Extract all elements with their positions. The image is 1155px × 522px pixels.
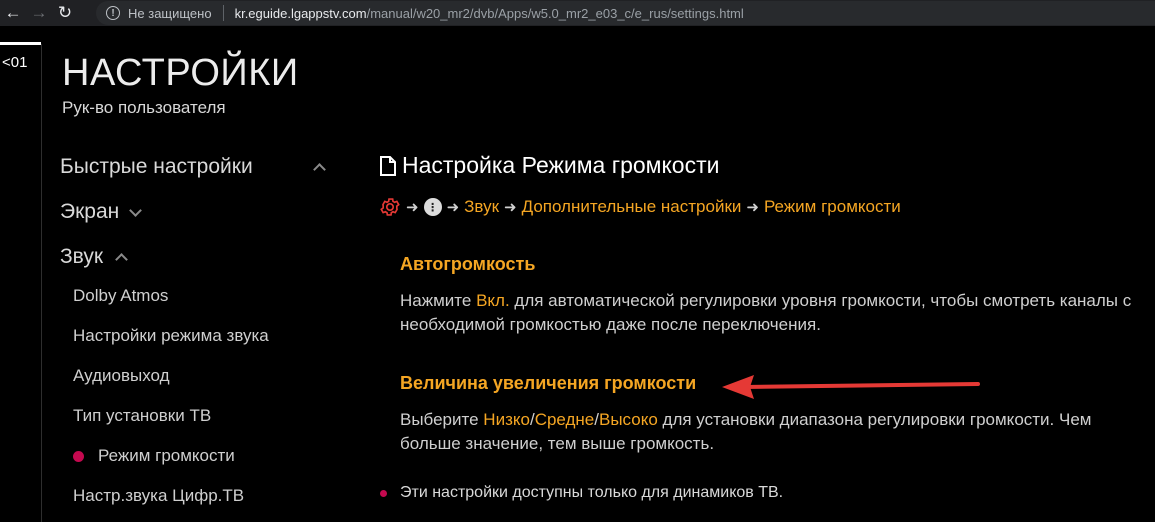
address-divider	[222, 5, 224, 21]
security-status[interactable]: Не защищено	[128, 6, 212, 21]
sidebar-section-screen[interactable]: Экран	[60, 200, 143, 224]
breadcrumb-arrow-icon: ➜	[746, 199, 759, 216]
text-segment: для автоматической регулировки уровня гр…	[400, 291, 1132, 334]
left-divider	[41, 44, 42, 522]
url-host[interactable]: kr.eguide.lgappstv.com	[235, 6, 367, 21]
breadcrumb-arrow-icon: ➜	[446, 199, 460, 216]
text-segment: Нажмите	[400, 291, 477, 310]
warning-icon[interactable]: !	[106, 6, 120, 20]
document-icon	[380, 155, 396, 176]
page-back-link[interactable]: <01	[2, 54, 27, 71]
sidebar-item-label: Режим громкости	[98, 446, 235, 465]
annotation-arrow-icon	[722, 375, 980, 399]
sidebar-item-dolby-atmos[interactable]: Dolby Atmos	[73, 286, 168, 306]
option-medium: Средне	[534, 410, 595, 429]
breadcrumb-advanced-settings[interactable]: Дополнительные настройки	[522, 197, 742, 217]
sidebar-item-volume-mode[interactable]: Режим громкости	[73, 446, 235, 466]
breadcrumb-sound[interactable]: Звук	[464, 197, 499, 217]
sidebar-section-sound[interactable]: Звук	[60, 245, 128, 269]
option-high: Высоко	[599, 410, 658, 429]
text-segment: Выберите	[400, 410, 484, 429]
chevron-up-icon[interactable]	[312, 163, 326, 176]
more-icon[interactable]: ⋮	[423, 198, 442, 216]
option-on: Вкл.	[476, 291, 510, 310]
note-text: Эти настройки доступны только для динами…	[400, 484, 784, 501]
page-subtitle: Рук-во пользователя	[62, 98, 226, 117]
option-low: Низко	[483, 410, 530, 429]
sidebar-item-tv-installation-type[interactable]: Тип установки ТВ	[73, 406, 211, 426]
bullet-dot-icon	[380, 489, 387, 497]
sidebar-section-label: Быстрые настройки	[60, 155, 253, 178]
sidebar-item-audio-output[interactable]: Аудиовыход	[73, 366, 170, 386]
sidebar-item-digital-tv-sound[interactable]: Настр.звука Цифр.ТВ	[73, 486, 244, 506]
browser-toolbar: ← → ↻ ! Не защищено kr.eguide.lgappstv.c…	[0, 0, 1155, 26]
section-text-volume-boost: Выберите Низко/Средне/Высоко для установ…	[400, 408, 1140, 456]
chevron-down-icon[interactable]	[129, 203, 143, 217]
sidebar-section-label: Звук	[60, 245, 104, 268]
section-heading-volume-boost: Величина увеличения громкости	[400, 373, 697, 393]
breadcrumb-arrow-icon: ➜	[406, 199, 419, 216]
reload-icon[interactable]: ↻	[52, 0, 78, 26]
breadcrumb-volume-mode[interactable]: Режим громкости	[764, 197, 901, 217]
active-item-dot-icon	[73, 450, 84, 462]
sidebar-section-label: Экран	[60, 200, 120, 223]
section-heading-auto-volume: Автогромкость	[400, 254, 536, 274]
content-title: Настройка Режима громкости	[380, 152, 720, 179]
note: Эти настройки доступны только для динами…	[380, 484, 783, 502]
section-text-auto-volume: Нажмите Вкл. для автоматической регулиро…	[400, 289, 1140, 337]
breadcrumb-arrow-icon: ➜	[504, 199, 517, 216]
page-title: НАСТРОЙКИ	[62, 52, 299, 94]
sidebar-section-quick-settings[interactable]: Быстрые настройки	[60, 155, 326, 179]
chevron-up-icon[interactable]	[115, 253, 128, 266]
gear-icon[interactable]	[379, 196, 401, 218]
sidebar-item-sound-mode-settings[interactable]: Настройки режима звука	[73, 326, 269, 346]
breadcrumb: ➜ ⋮ ➜ Звук ➜ Дополнительные настройки ➜ …	[379, 196, 901, 218]
forward-arrow-icon[interactable]: →	[26, 0, 52, 26]
back-arrow-icon[interactable]: ←	[0, 0, 26, 26]
page-marker-bar	[0, 42, 41, 45]
content-title-text: Настройка Режима громкости	[402, 152, 720, 178]
address-bar[interactable]: ! Не защищено kr.eguide.lgappstv.com/man…	[96, 1, 1155, 25]
url-path[interactable]: /manual/w20_mr2/dvb/Apps/w5.0_mr2_e03_c/…	[367, 6, 744, 21]
